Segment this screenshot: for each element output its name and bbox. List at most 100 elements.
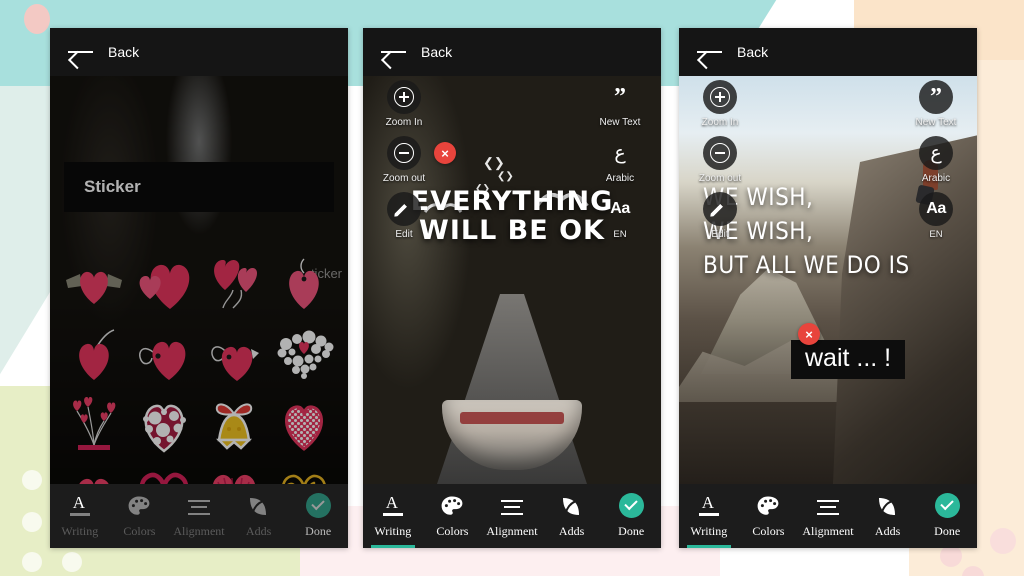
plus-circle-icon	[394, 87, 414, 107]
english-language-control[interactable]: Aa EN	[907, 192, 965, 240]
tool-adds[interactable]: Adds	[229, 484, 289, 548]
right-control-column[interactable]: ” New Text ع Arabic Aa EN	[907, 80, 965, 240]
editor-canvas[interactable]: WE WISH, WE WISH, BUT ALL WE DO IS wait …	[679, 76, 977, 484]
tool-label: Adds	[245, 523, 272, 538]
active-tab-indicator	[371, 545, 415, 548]
left-control-column[interactable]: Zoom In Zoom out Edit	[691, 80, 749, 240]
tool-label: Alignment	[173, 523, 225, 538]
phone-panel-text-editor-wewish: Back WE WISH, WE WISH, BUT ALL WE DO IS …	[679, 28, 977, 548]
bell-ribbon-sticker[interactable]	[200, 392, 268, 458]
phone-panel-sticker-picker: Back Sticker ticker A Writing Colors Ali…	[50, 28, 348, 548]
tool-colors[interactable]: Colors	[739, 484, 799, 548]
cherry-heart-sticker[interactable]	[60, 322, 128, 388]
control-label: EN	[929, 229, 943, 240]
tool-colors[interactable]: Colors	[110, 484, 170, 548]
bottom-toolbar[interactable]: A Writing Colors Alignment Adds Done	[50, 484, 348, 548]
winged-heart-sticker[interactable]	[60, 252, 128, 318]
outline-doodle-heart-sticker[interactable]	[130, 462, 198, 484]
english-language-control[interactable]: Aa EN	[591, 192, 649, 240]
check-circle-icon	[305, 492, 331, 518]
arabic-language-control[interactable]: ع Arabic	[907, 136, 965, 184]
pink-dot-decor	[24, 4, 50, 34]
bottom-toolbar[interactable]: A Writing Colors Alignment Adds Done	[679, 484, 977, 548]
control-label: New Text	[915, 117, 957, 128]
tool-writing[interactable]: A Writing	[363, 484, 423, 548]
tool-label: Colors	[123, 523, 156, 538]
tool-done[interactable]: Done	[601, 484, 661, 548]
align-lines-icon	[500, 498, 524, 518]
tool-label: Done	[934, 523, 961, 538]
bird-icon: ❮❯	[483, 155, 505, 170]
app-bar: Back	[679, 28, 977, 76]
tool-label: Adds	[874, 523, 901, 538]
back-button-label[interactable]: Back	[737, 44, 768, 60]
tool-writing[interactable]: A Writing	[679, 484, 739, 548]
tool-label: Writing	[374, 523, 412, 538]
tool-colors[interactable]: Colors	[423, 484, 483, 548]
edit-control[interactable]: Edit	[691, 192, 749, 240]
tool-label: Adds	[558, 523, 585, 538]
new-text-control[interactable]: ” New Text	[591, 80, 649, 128]
latin-letters-icon: Aa	[926, 200, 946, 217]
bottom-toolbar[interactable]: A Writing Colors Alignment Adds Done	[363, 484, 661, 548]
arabic-language-control[interactable]: ع Arabic	[591, 136, 649, 184]
control-label: New Text	[599, 117, 641, 128]
pink-dot-decor	[940, 545, 962, 567]
polka-dot-heart-sticker[interactable]	[130, 392, 198, 458]
arrow-left-icon[interactable]	[381, 43, 407, 61]
white-dot-decor	[22, 470, 42, 490]
zoom-in-control[interactable]: Zoom In	[375, 80, 433, 128]
pencil-icon	[711, 200, 730, 219]
tool-label: Alignment	[486, 523, 538, 538]
check-circle-icon	[618, 492, 644, 518]
zoom-out-control[interactable]: Zoom out	[375, 136, 433, 184]
left-control-column[interactable]: Zoom In Zoom out Edit	[375, 80, 433, 240]
tool-label: Colors	[436, 523, 469, 538]
checkered-heart-sticker[interactable]	[270, 392, 338, 458]
gold-scribble-heart-sticker[interactable]	[270, 462, 338, 484]
arrow-left-icon[interactable]	[697, 43, 723, 61]
bird-icon: ❮❯	[497, 171, 514, 182]
tool-alignment[interactable]: Alignment	[169, 484, 229, 548]
phone-panel-text-editor-everything: Back ❮❯ ❮❯ ❮❯ EVERYTHING WILL BE OK Zoom…	[363, 28, 661, 548]
torn-heart-tag-sticker[interactable]	[200, 322, 268, 388]
control-label: Zoom In	[385, 117, 423, 128]
sticker-swoosh-icon	[562, 497, 579, 515]
heart-gift-tag-sticker[interactable]	[130, 322, 198, 388]
love-you-banner-heart-sticker[interactable]: LOVE YOU	[60, 462, 128, 484]
edit-control[interactable]: Edit	[375, 192, 433, 240]
heart-flower-bouquet-sticker[interactable]	[60, 392, 128, 458]
double-heart-sticker[interactable]	[130, 252, 198, 318]
editor-canvas[interactable]: ❮❯ ❮❯ ❮❯ EVERYTHING WILL BE OK Zoom In Z…	[363, 76, 661, 484]
tool-adds[interactable]: Adds	[858, 484, 918, 548]
arrow-left-icon[interactable]	[68, 43, 94, 61]
editor-canvas[interactable]: Sticker ticker	[50, 76, 348, 484]
bubble-dots-heart-sticker[interactable]	[270, 322, 338, 388]
white-dot-decor	[62, 552, 82, 572]
tool-done[interactable]: Done	[288, 484, 348, 548]
hanging-heart-tag-sticker[interactable]	[270, 252, 338, 318]
new-text-control[interactable]: ” New Text	[907, 80, 965, 128]
back-button-label[interactable]: Back	[421, 44, 452, 60]
pink-dot-decor	[990, 528, 1016, 554]
tool-alignment[interactable]: Alignment	[798, 484, 858, 548]
palette-icon	[128, 496, 150, 515]
delete-text-badge[interactable]: ×	[798, 323, 820, 345]
zoom-out-control[interactable]: Zoom out	[691, 136, 749, 184]
scribble-heart-sticker[interactable]	[200, 462, 268, 484]
balloon-hearts-sticker[interactable]	[200, 252, 268, 318]
delete-text-badge[interactable]: ×	[434, 142, 456, 164]
align-lines-icon	[187, 498, 211, 518]
highlighted-text-box[interactable]: wait ... !	[791, 340, 906, 379]
tool-adds[interactable]: Adds	[542, 484, 602, 548]
zoom-in-control[interactable]: Zoom In	[691, 80, 749, 128]
back-button-label[interactable]: Back	[108, 44, 139, 60]
tool-writing[interactable]: A Writing	[50, 484, 110, 548]
app-bar: Back	[363, 28, 661, 76]
control-label: Edit	[395, 229, 413, 240]
right-control-column[interactable]: ” New Text ع Arabic Aa EN	[591, 80, 649, 240]
palette-icon	[441, 496, 463, 515]
sticker-grid[interactable]: LOVE YOU	[60, 252, 338, 484]
tool-alignment[interactable]: Alignment	[482, 484, 542, 548]
tool-done[interactable]: Done	[917, 484, 977, 548]
